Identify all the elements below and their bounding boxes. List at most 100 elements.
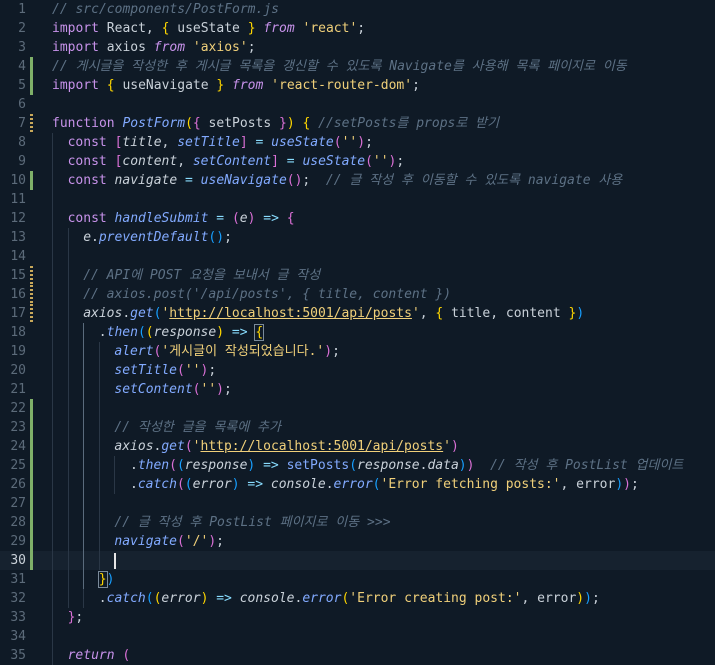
code-token: error	[333, 477, 373, 492]
code-text[interactable]	[114, 551, 116, 570]
git-added-marker[interactable]	[30, 57, 33, 76]
code-line[interactable]: 17 axios.get('http://localhost:5001/api/p…	[0, 304, 715, 323]
git-modified-marker[interactable]	[30, 266, 33, 285]
code-line[interactable]: 3 import axios from 'axios';	[0, 38, 715, 57]
code-text[interactable]: const handleSubmit = (e) => {	[68, 209, 295, 228]
code-text[interactable]: // 게시글을 작성한 후 게시글 목록을 갱신할 수 있도록 Navigate…	[52, 57, 627, 76]
git-added-marker[interactable]	[30, 551, 33, 570]
git-added-marker[interactable]	[30, 437, 33, 456]
code-line[interactable]: 15 // API에 POST 요청을 보내서 글 작성	[0, 266, 715, 285]
code-line[interactable]: 9 const [content, setContent] = useState(…	[0, 152, 715, 171]
code-text[interactable]: axios.get('http://localhost:5001/api/pos…	[83, 304, 584, 323]
code-line[interactable]: 35 return (	[0, 646, 715, 665]
code-text[interactable]: import { useNavigate } from 'react-route…	[52, 76, 420, 95]
indent-guide	[83, 418, 85, 437]
code-line[interactable]: 29 navigate('/');	[0, 532, 715, 551]
code-line[interactable]: 10 const navigate = useNavigate(); // 글 작…	[0, 171, 715, 190]
git-added-marker[interactable]	[30, 171, 33, 190]
code-line[interactable]: 26 .catch((error) => console.error('Error…	[0, 475, 715, 494]
code-line[interactable]: 31})	[0, 570, 715, 589]
code-token: useNavigate	[114, 78, 217, 93]
code-line[interactable]: 7 function PostForm({ setPosts }) { //set…	[0, 114, 715, 133]
code-line[interactable]: 1 // src/components/PostForm.js	[0, 0, 715, 19]
code-line[interactable]: 12 const handleSubmit = (e) => {	[0, 209, 715, 228]
code-text[interactable]: .catch((error) => console.error('Error c…	[99, 589, 600, 608]
code-text[interactable]: .then((response) => setPosts(response.da…	[130, 456, 683, 475]
code-line[interactable]: 6	[0, 95, 715, 114]
code-text[interactable]: const [title, setTitle] = useState('');	[68, 133, 373, 152]
code-text[interactable]: // API에 POST 요청을 보내서 글 작성	[83, 266, 320, 285]
code-token: ;	[216, 534, 224, 549]
code-token: ;	[412, 78, 420, 93]
git-added-marker[interactable]	[30, 456, 33, 475]
code-line[interactable]: 25 .then((response) => setPosts(response.…	[0, 456, 715, 475]
code-line[interactable]: 18 .then((response) => {	[0, 323, 715, 342]
code-line[interactable]: 27	[0, 494, 715, 513]
code-text[interactable]: alert('게시글이 작성되었습니다.');	[114, 342, 340, 361]
code-token: )	[106, 572, 115, 587]
code-line[interactable]: 33};	[0, 608, 715, 627]
code-text[interactable]: navigate('/');	[114, 532, 224, 551]
git-modified-marker[interactable]	[30, 114, 33, 133]
code-line[interactable]: 2 import React, { useState } from 'react'…	[0, 19, 715, 38]
code-text[interactable]: // axios.post('/api/posts', { title, con…	[83, 285, 451, 304]
code-text[interactable]: return (	[68, 646, 131, 665]
code-text[interactable]: // 글 작성 후 PostList 페이지로 이동 >>>	[114, 513, 390, 532]
code-token: function	[52, 116, 115, 131]
code-token: (	[169, 458, 177, 473]
code-line[interactable]: 5 import { useNavigate } from 'react-rout…	[0, 76, 715, 95]
code-line[interactable]: 13 e.preventDefault();	[0, 228, 715, 247]
indent-guide	[67, 304, 69, 323]
indent-guide	[98, 342, 100, 361]
code-text[interactable]: .catch((error) => console.error('Error f…	[130, 475, 639, 494]
code-line[interactable]: 19 alert('게시글이 작성되었습니다.');	[0, 342, 715, 361]
code-line[interactable]: 11	[0, 190, 715, 209]
code-token: setPosts	[200, 116, 280, 131]
code-text[interactable]: const [content, setContent] = useState('…	[68, 152, 405, 171]
code-text[interactable]: // 작성한 글을 목록에 추가	[114, 418, 281, 437]
code-line[interactable]: 14	[0, 247, 715, 266]
code-line[interactable]: 4 // 게시글을 작성한 후 게시글 목록을 갱신할 수 있도록 Navigat…	[0, 57, 715, 76]
code-text[interactable]: function PostForm({ setPosts }) { //setP…	[52, 114, 499, 133]
git-added-marker[interactable]	[30, 475, 33, 494]
code-text[interactable]: import axios from 'axios';	[52, 38, 256, 57]
code-text[interactable]: setTitle('');	[114, 361, 216, 380]
code-text[interactable]: // src/components/PostForm.js	[52, 0, 279, 19]
code-line[interactable]: 34	[0, 627, 715, 646]
code-text[interactable]: axios.get('http://localhost:5001/api/pos…	[114, 437, 458, 456]
git-added-marker[interactable]	[30, 76, 33, 95]
code-text[interactable]: setContent('');	[114, 380, 231, 399]
code-line[interactable]: 24 axios.get('http://localhost:5001/api/p…	[0, 437, 715, 456]
code-token: ()	[286, 173, 303, 188]
code-line[interactable]: 32 .catch((error) => console.error('Error…	[0, 589, 715, 608]
code-token: setTitle	[114, 363, 178, 378]
code-line[interactable]: 22	[0, 399, 715, 418]
git-added-marker[interactable]	[30, 399, 33, 418]
code-text[interactable]: e.preventDefault();	[83, 228, 232, 247]
git-added-marker[interactable]	[30, 418, 33, 437]
code-line[interactable]: 28 // 글 작성 후 PostList 페이지로 이동 >>>	[0, 513, 715, 532]
code-token: (	[231, 211, 240, 226]
code-text[interactable]: import React, { useState } from 'react';	[52, 19, 365, 38]
code-text[interactable]: };	[68, 608, 84, 627]
git-modified-marker[interactable]	[30, 304, 33, 323]
code-line[interactable]: 23 // 작성한 글을 목록에 추가	[0, 418, 715, 437]
code-line[interactable]: 16 // axios.post('/api/posts', { title, c…	[0, 285, 715, 304]
indent-guide	[52, 475, 53, 494]
git-modified-marker[interactable]	[30, 285, 33, 304]
code-text[interactable]: const navigate = useNavigate(); // 글 작성 …	[68, 171, 623, 190]
git-added-marker[interactable]	[30, 532, 33, 551]
code-token: '	[443, 439, 451, 454]
git-added-marker[interactable]	[30, 513, 33, 532]
code-text[interactable]: })	[97, 570, 115, 589]
code-text[interactable]: .then((response) => {	[99, 323, 265, 342]
git-added-marker[interactable]	[30, 494, 33, 513]
code-token: (	[145, 591, 154, 606]
code-line[interactable]: 20 setTitle('');	[0, 361, 715, 380]
code-line[interactable]: 8 const [title, setTitle] = useState('');	[0, 133, 715, 152]
code-editor[interactable]: 1 // src/components/PostForm.js 2 import Re…	[0, 0, 715, 665]
code-token: )	[286, 116, 295, 131]
code-token: (	[176, 458, 185, 473]
code-line[interactable]: 21 setContent('');	[0, 380, 715, 399]
code-line[interactable]: 30	[0, 551, 715, 570]
